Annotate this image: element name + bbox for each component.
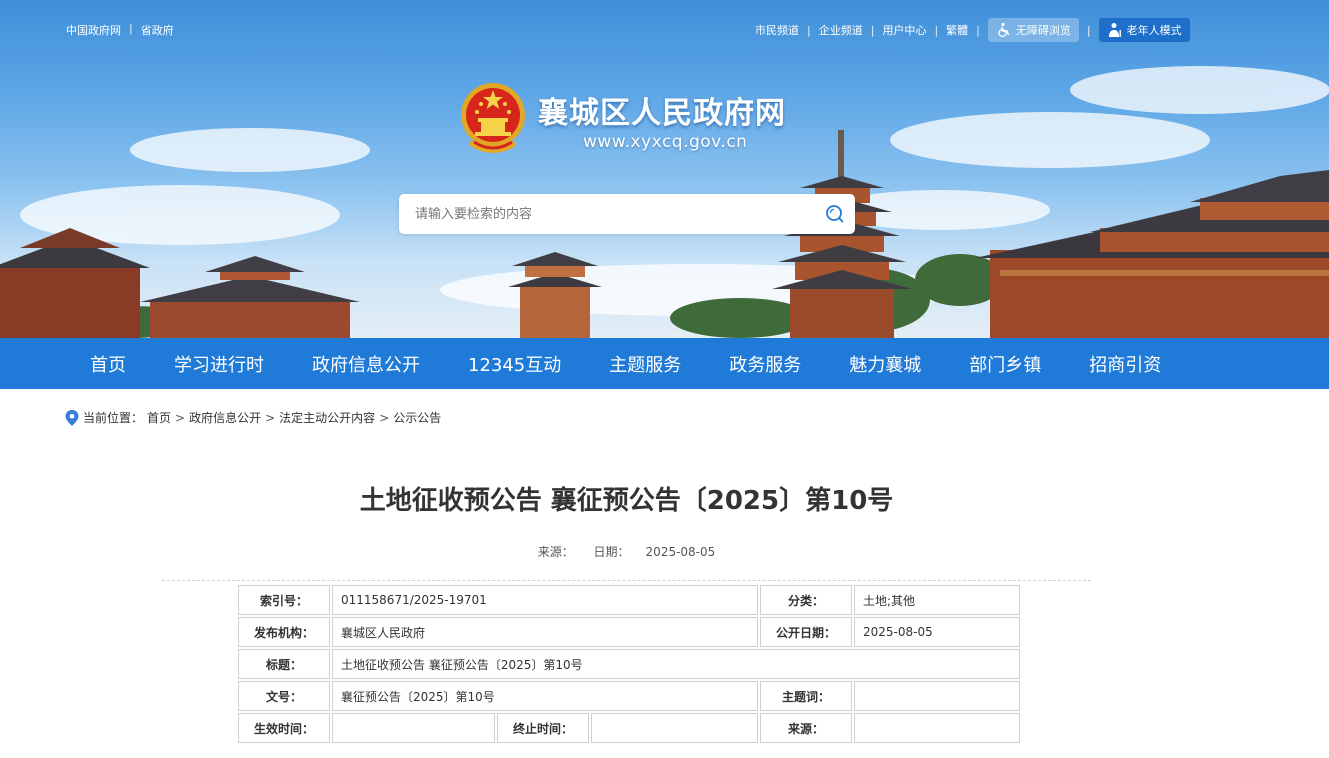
elder-person-icon	[1108, 23, 1121, 37]
nav-item-study[interactable]: 学习进行时	[150, 351, 288, 377]
pubdate-value: 2025-08-05	[854, 617, 1020, 647]
national-emblem-logo	[461, 83, 525, 153]
search-button[interactable]	[815, 194, 855, 234]
breadcrumb-item-home[interactable]: 首页	[147, 409, 171, 426]
search-input[interactable]	[399, 195, 815, 233]
link-traditional-chinese[interactable]: 繁體	[946, 22, 968, 38]
effective-label: 生效时间：	[238, 713, 330, 743]
breadcrumb-label: 当前位置：	[83, 411, 144, 425]
breadcrumb: 当前位置： 首页 > 政府信息公开 > 法定主动公开内容 > 公示公告	[65, 409, 441, 426]
breadcrumb-item-gov-info[interactable]: 政府信息公开	[189, 409, 261, 426]
breadcrumb-separator: >	[175, 410, 186, 425]
separator: |	[934, 23, 939, 37]
keywords-value	[854, 681, 1020, 711]
location-pin-icon	[65, 409, 79, 426]
table-row: 生效时间： 终止时间： 来源：	[238, 713, 1020, 743]
index-value: 011158671/2025-19701	[332, 585, 758, 615]
accessibility-button[interactable]: 无障碍浏览	[987, 18, 1079, 42]
nav-item-departments[interactable]: 部门乡镇	[945, 351, 1065, 377]
docno-label: 文号：	[238, 681, 330, 711]
article-source-label: 来源：	[537, 545, 574, 559]
link-gov-cn[interactable]: 中国政府网	[66, 22, 121, 38]
breadcrumb-item-mandatory-disclosure[interactable]: 法定主动公开内容	[279, 409, 375, 426]
docno-value: 襄征预公告〔2025〕第10号	[332, 681, 758, 711]
separator: |	[129, 22, 133, 35]
divider	[162, 580, 1091, 581]
site-title: 襄城区人民政府网	[538, 96, 786, 131]
nav-item-home[interactable]: 首页	[66, 351, 150, 377]
link-user-center[interactable]: 用户中心	[882, 22, 926, 38]
effective-value	[332, 713, 495, 743]
article-date-value: 2025-08-05	[645, 545, 716, 559]
wheelchair-icon	[998, 22, 1010, 38]
expire-value	[591, 713, 758, 743]
separator: |	[807, 23, 811, 37]
title-value: 土地征收预公告 襄征预公告〔2025〕第10号	[332, 649, 1020, 679]
table-row: 索引号： 011158671/2025-19701 分类： 土地;其他	[238, 585, 1020, 615]
site-url: www.xyxcq.gov.cn	[583, 132, 748, 152]
link-province-gov[interactable]: 省政府	[141, 22, 174, 38]
breadcrumb-separator: >	[265, 410, 276, 425]
table-row: 发布机构： 襄城区人民政府 公开日期： 2025-08-05	[238, 617, 1020, 647]
nav-item-investment[interactable]: 招商引资	[1065, 351, 1185, 377]
keywords-label: 主题词：	[760, 681, 852, 711]
header-banner: 中国政府网 | 省政府 市民频道 | 企业频道 | 用户中心 | 繁體 | 无障…	[0, 0, 1329, 338]
elder-mode-label: 老年人模式	[1126, 24, 1182, 37]
search-bar	[399, 194, 855, 234]
title-label: 标题：	[238, 649, 330, 679]
info-table: 索引号： 011158671/2025-19701 分类： 土地;其他 发布机构…	[236, 583, 1022, 745]
breadcrumb-item-announcements[interactable]: 公示公告	[393, 409, 441, 426]
link-enterprise-channel[interactable]: 企业频道	[819, 22, 863, 38]
category-value: 土地;其他	[854, 585, 1020, 615]
article-date: 日期： 2025-08-05	[594, 545, 716, 559]
index-label: 索引号：	[238, 585, 330, 615]
banner-scenery	[0, 66, 1329, 338]
publisher-value: 襄城区人民政府	[332, 617, 758, 647]
separator: |	[976, 23, 980, 37]
nav-item-topic-services[interactable]: 主题服务	[585, 351, 705, 377]
nav-item-gov-info[interactable]: 政府信息公开	[288, 351, 444, 377]
table-row: 文号： 襄征预公告〔2025〕第10号 主题词：	[238, 681, 1020, 711]
article-title: 土地征收预公告 襄征预公告〔2025〕第10号	[359, 486, 894, 516]
table-row: 标题： 土地征收预公告 襄征预公告〔2025〕第10号	[238, 649, 1020, 679]
nav-item-charm-xiangcheng[interactable]: 魅力襄城	[825, 351, 945, 377]
nav-item-gov-services[interactable]: 政务服务	[705, 351, 825, 377]
category-label: 分类：	[760, 585, 852, 615]
main-nav: 首页 学习进行时 政府信息公开 12345互动 主题服务 政务服务 魅力襄城 部…	[0, 338, 1329, 389]
source-value	[854, 713, 1020, 743]
pubdate-label: 公开日期：	[760, 617, 852, 647]
search-icon	[826, 205, 844, 223]
source-label: 来源：	[760, 713, 852, 743]
article-meta: 来源： 日期： 2025-08-05	[0, 543, 1253, 560]
separator: |	[1086, 23, 1091, 37]
nav-item-12345[interactable]: 12345互动	[444, 351, 585, 377]
separator: |	[870, 23, 875, 37]
publisher-label: 发布机构：	[238, 617, 330, 647]
top-left-links: 中国政府网 | 省政府	[66, 22, 174, 38]
article-date-label: 日期：	[593, 545, 630, 559]
top-right-links: 市民频道 | 企业频道 | 用户中心 | 繁體 | 无障碍浏览 | 老年人模式	[755, 18, 1190, 42]
expire-label: 终止时间：	[497, 713, 589, 743]
link-citizen-channel[interactable]: 市民频道	[755, 22, 799, 38]
breadcrumb-separator: >	[379, 410, 390, 425]
accessibility-label: 无障碍浏览	[1015, 24, 1071, 37]
elder-mode-button[interactable]: 老年人模式	[1098, 18, 1190, 42]
